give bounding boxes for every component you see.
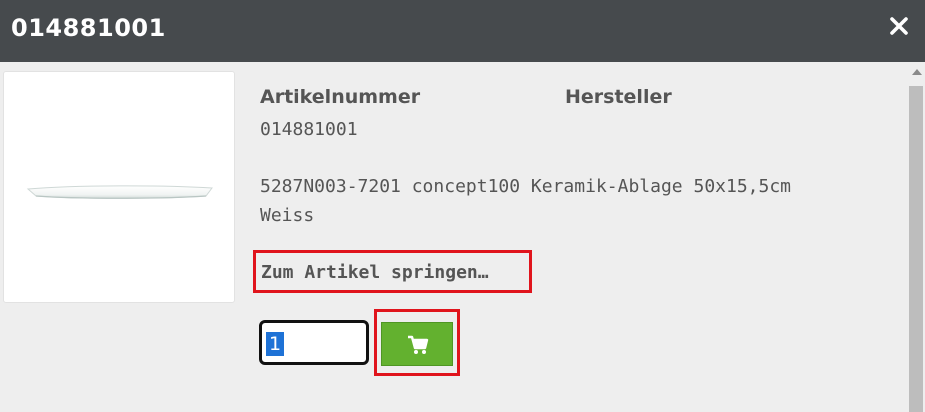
cart-button-highlight: [374, 309, 460, 376]
scrollbar-thumb[interactable]: [909, 86, 923, 412]
article-number-value: 014881001: [260, 119, 358, 140]
ceramic-shelf-image: [26, 185, 213, 199]
product-description-line2: Weiss: [260, 205, 315, 226]
quantity-value: 1: [266, 332, 285, 356]
product-image: [3, 71, 235, 303]
close-icon[interactable]: [889, 14, 909, 38]
dialog-title: 014881001: [11, 14, 166, 42]
scroll-up-arrow-icon[interactable]: [912, 69, 922, 75]
quantity-input[interactable]: 1: [259, 320, 369, 365]
manufacturer-label: Hersteller: [565, 86, 672, 108]
vertical-scrollbar[interactable]: [907, 62, 925, 412]
jump-link-highlight: Zum Artikel springen…: [253, 250, 532, 293]
product-description-line1: 5287N003-7201 concept100 Keramik-Ablage …: [260, 176, 792, 197]
article-number-label: Artikelnummer: [260, 86, 421, 108]
add-to-cart-button[interactable]: [381, 322, 453, 366]
jump-to-article-link[interactable]: Zum Artikel springen…: [261, 262, 489, 283]
dialog-body: Artikelnummer Hersteller 014881001 5287N…: [0, 62, 925, 412]
shopping-cart-icon: [408, 335, 429, 354]
dialog-header: 014881001: [0, 0, 925, 62]
